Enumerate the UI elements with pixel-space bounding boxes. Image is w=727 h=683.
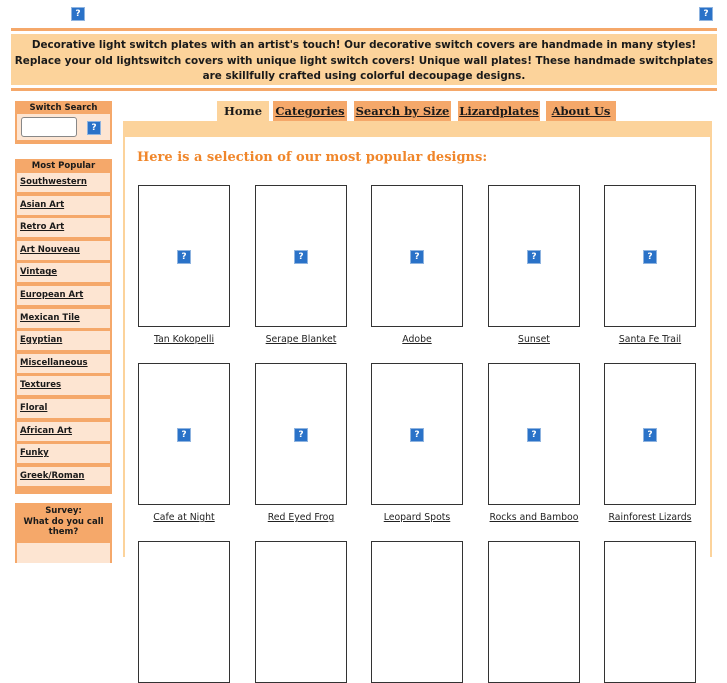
popular-designs-heading: Here is a selection of our most popular … <box>137 150 488 165</box>
switch-search-input[interactable] <box>21 117 77 137</box>
broken-image-icon: ? <box>643 428 657 442</box>
broken-image-icon: ? <box>643 250 657 264</box>
sidebar-category-link[interactable]: Mexican Tile <box>17 308 110 328</box>
header-divider-top <box>11 28 717 31</box>
search-go-broken-image-icon[interactable]: ? <box>87 121 101 135</box>
product-thumbnail[interactable]: ? <box>138 363 230 505</box>
switch-search-body: ? <box>17 114 110 140</box>
broken-image-icon: ? <box>410 428 424 442</box>
sidebar-category-link[interactable]: Retro Art <box>17 218 110 238</box>
survey-title-line: Survey: <box>45 506 82 516</box>
product-thumbnail[interactable]: ? <box>371 185 463 327</box>
broken-image-icon: ? <box>177 428 191 442</box>
tab-home[interactable]: Home <box>217 101 269 122</box>
broken-image-icon: ? <box>294 250 308 264</box>
sidebar-category-link[interactable]: Egyptian <box>17 331 110 351</box>
broken-image-icon: ? <box>410 250 424 264</box>
survey-title-line: them? <box>48 527 79 537</box>
sidebar-category-link[interactable]: African Art <box>17 421 110 441</box>
product-name-link[interactable]: Sunset <box>476 334 592 345</box>
site-tagline: Decorative light switch plates with an a… <box>11 34 717 85</box>
survey-body <box>17 543 110 563</box>
switch-search-panel: Switch Search ? <box>15 101 112 144</box>
product-name-link[interactable]: Serape Blanket <box>243 334 359 345</box>
product-name-link[interactable]: Rocks and Bamboo <box>476 512 592 523</box>
sidebar-category-link[interactable]: Miscellaneous <box>17 353 110 373</box>
product-thumbnail[interactable]: ? <box>371 363 463 505</box>
logo-right-broken-image-icon[interactable]: ? <box>699 7 713 21</box>
product-thumbnail[interactable]: ? <box>488 363 580 505</box>
product-thumbnail[interactable]: ? <box>488 185 580 327</box>
sidebar-category-link[interactable]: Textures <box>17 376 110 396</box>
product-name-link[interactable]: Red Eyed Frog <box>243 512 359 523</box>
product-name-link[interactable]: Tan Kokopelli <box>126 334 242 345</box>
sidebar-category-link[interactable]: European Art <box>17 286 110 305</box>
product-thumbnail[interactable]: ? <box>604 185 696 327</box>
sidebar-category-link[interactable]: Art Nouveau <box>17 240 110 260</box>
broken-image-icon: ? <box>527 250 541 264</box>
product-thumbnail[interactable]: ? <box>255 363 347 505</box>
content-header-band <box>123 121 712 137</box>
product-name-link[interactable]: Leopard Spots <box>359 512 475 523</box>
broken-image-icon: ? <box>527 428 541 442</box>
switch-search-title: Switch Search <box>29 103 98 113</box>
sidebar-category-link[interactable]: Asian Art <box>17 195 110 215</box>
broken-image-icon: ? <box>177 250 191 264</box>
product-thumbnail[interactable]: ? <box>255 185 347 327</box>
product-thumbnail[interactable]: ? <box>138 185 230 327</box>
product-name-link[interactable]: Rainforest Lizards <box>592 512 708 523</box>
product-name-link[interactable]: Adobe <box>359 334 475 345</box>
product-name-link[interactable]: Cafe at Night <box>126 512 242 523</box>
tab-search-by-size[interactable]: Search by Size <box>354 101 451 122</box>
header-divider-bottom <box>11 88 717 91</box>
survey-title: Survey: What do you call them? <box>15 503 112 538</box>
sidebar-category-link[interactable]: Floral <box>17 399 110 418</box>
tab-about-us[interactable]: About Us <box>546 101 616 122</box>
sidebar-category-link[interactable]: Funky <box>17 444 110 464</box>
product-name-link[interactable]: Santa Fe Trail <box>592 334 708 345</box>
product-thumbnail[interactable] <box>371 541 463 683</box>
most-popular-title: Most Popular <box>31 161 96 171</box>
sidebar-category-link[interactable]: Greek/Roman <box>17 466 110 486</box>
product-thumbnail[interactable]: ? <box>604 363 696 505</box>
sidebar-category-link[interactable]: Southwestern <box>17 173 110 192</box>
logo-left-broken-image-icon[interactable]: ? <box>71 7 85 21</box>
tab-lizardplates[interactable]: Lizardplates <box>458 101 540 122</box>
sidebar-category-link[interactable]: Vintage <box>17 263 110 283</box>
product-thumbnail[interactable] <box>138 541 230 683</box>
product-thumbnail[interactable] <box>488 541 580 683</box>
product-thumbnail[interactable] <box>255 541 347 683</box>
survey-panel: Survey: What do you call them? <box>15 503 112 563</box>
broken-image-icon: ? <box>294 428 308 442</box>
survey-title-line: What do you call <box>23 516 104 527</box>
tab-categories[interactable]: Categories <box>273 101 347 122</box>
product-thumbnail[interactable] <box>604 541 696 683</box>
most-popular-panel: Most Popular Southwestern Asian Art Retro … <box>15 159 112 494</box>
